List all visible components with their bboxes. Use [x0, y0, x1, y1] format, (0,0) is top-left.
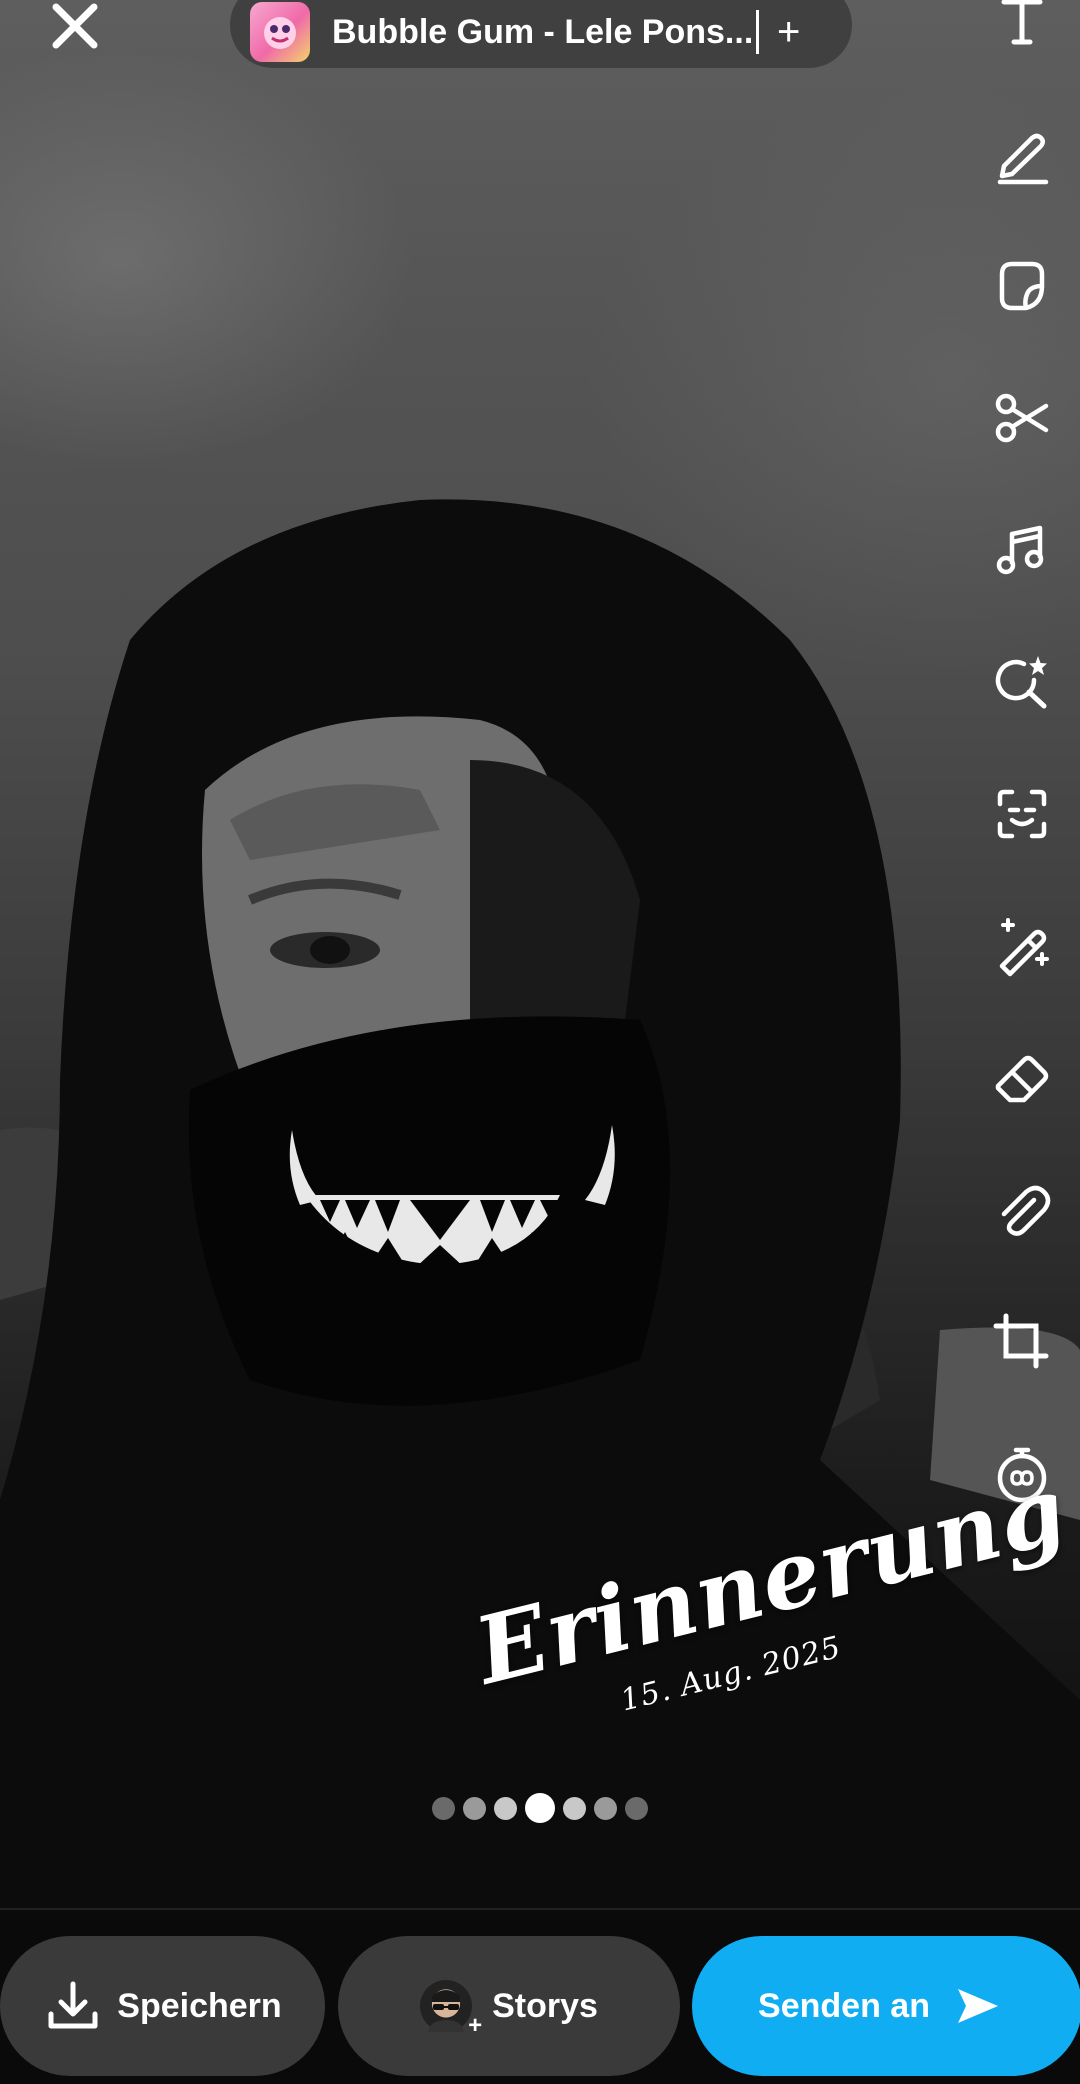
send-arrow-icon — [952, 1981, 1002, 2031]
stories-label: Storys — [492, 1986, 598, 2025]
send-label: Senden an — [758, 1986, 930, 2025]
download-icon — [43, 1976, 103, 2036]
text-tool[interactable] — [986, 0, 1058, 58]
pen-tool[interactable] — [986, 118, 1058, 190]
page-dot[interactable] — [463, 1796, 486, 1820]
crop-icon — [993, 1313, 1049, 1369]
music-divider — [756, 10, 759, 54]
music-title: Bubble Gum - Lele Pons... — [332, 12, 752, 51]
page-indicator — [432, 1793, 648, 1823]
eraser-icon — [995, 1055, 1049, 1103]
save-button[interactable]: Speichern — [0, 1936, 325, 2076]
sticker-tool[interactable] — [986, 250, 1058, 322]
page-dot[interactable] — [625, 1796, 648, 1820]
music-add-button[interactable]: + — [777, 10, 800, 55]
ai-scan-tool[interactable] — [986, 778, 1058, 850]
close-icon — [52, 3, 98, 49]
text-icon — [1001, 0, 1043, 45]
music-tool[interactable] — [986, 514, 1058, 586]
bitmoji-avatar-icon — [428, 1990, 465, 2032]
save-label: Speichern — [117, 1986, 282, 2025]
avatar: + — [420, 1980, 482, 2039]
magic-wand-icon — [999, 918, 1049, 977]
attachment-tool[interactable] — [986, 1174, 1058, 1246]
paperclip-icon — [1001, 1185, 1051, 1236]
bottom-action-bar: Speichern + Storys Senden an — [0, 1908, 1080, 2084]
pen-icon — [997, 133, 1049, 185]
scissors-icon — [995, 393, 1049, 443]
page-dot[interactable] — [494, 1796, 517, 1820]
scissors-tool[interactable] — [986, 382, 1058, 454]
bubble-gum-art-icon — [264, 17, 296, 49]
sticker-icon — [999, 261, 1045, 311]
page-dot-active[interactable] — [525, 1793, 555, 1823]
send-to-button[interactable]: Senden an — [692, 1936, 1080, 2076]
album-art — [250, 2, 310, 62]
scan-face-icon — [997, 789, 1047, 839]
stories-button[interactable]: + Storys — [338, 1936, 680, 2076]
page-dot[interactable] — [563, 1796, 586, 1820]
music-note-icon — [996, 525, 1044, 575]
page-dot[interactable] — [594, 1796, 617, 1820]
page-dot[interactable] — [432, 1796, 455, 1820]
editing-toolbar — [986, 0, 1058, 1520]
magic-wand-tool[interactable] — [986, 910, 1058, 982]
lens-tool[interactable] — [986, 646, 1058, 718]
eraser-tool[interactable] — [986, 1042, 1058, 1114]
crop-tool[interactable] — [986, 1306, 1058, 1378]
music-chip[interactable]: Bubble Gum - Lele Pons... + — [230, 0, 852, 68]
search-star-icon — [995, 656, 1047, 709]
add-story-plus-icon: + — [468, 2012, 483, 2039]
close-button[interactable] — [40, 0, 110, 52]
